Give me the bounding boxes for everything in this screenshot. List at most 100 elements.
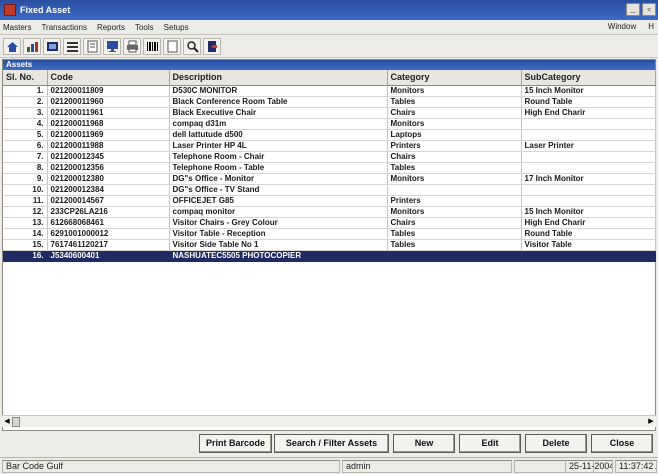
- close-button[interactable]: Close: [591, 434, 653, 453]
- cell-category: Tables: [387, 96, 522, 108]
- cell-category: Chairs: [387, 151, 522, 163]
- delete-button[interactable]: Delete: [525, 434, 587, 453]
- monitor-icon: [106, 41, 118, 52]
- menu-masters[interactable]: Masters: [3, 23, 31, 32]
- table-row[interactable]: 9. 021200012380 DG"s Office - Monitor Monit…: [3, 173, 656, 185]
- table-row[interactable]: 15. 7617461120217 Visitor Side Table No 1T…: [3, 239, 656, 251]
- menu-bar: Masters Transactions Reports Tools Setup…: [0, 20, 658, 35]
- cell-subcategory: Laser Printer: [521, 140, 656, 152]
- cell-code: 233CP26LA216: [47, 206, 170, 218]
- cell-description: Black Conference Room Table: [169, 96, 388, 108]
- cell-code: 6291001000012: [47, 228, 170, 240]
- search-filter-button[interactable]: Search / Filter Assets: [274, 434, 389, 453]
- toolbar-button-assets[interactable]: [43, 38, 61, 55]
- menu-tools[interactable]: Tools: [135, 23, 154, 32]
- toolbar-button-search[interactable]: [183, 38, 201, 55]
- cell-category: Chairs: [387, 107, 522, 119]
- new-button[interactable]: New: [393, 434, 455, 453]
- cell-description: Visitor Chairs - Grey Colour: [169, 217, 388, 229]
- scroll-right-icon[interactable]: ▶: [646, 417, 656, 427]
- menu-transactions[interactable]: Transactions: [41, 23, 87, 32]
- table-row[interactable]: 12. 233CP26LA216 compaq monitor Monitors 15 …: [3, 206, 656, 218]
- chart-icon: [26, 42, 38, 52]
- table-row[interactable]: 8. 021200012356 Telephone Room - Table Tabl…: [3, 162, 656, 174]
- cell-subcategory: [521, 250, 656, 262]
- document-icon: [87, 40, 97, 53]
- table-row[interactable]: 10. 021200012384 DG"s Office - TV Stand: [3, 184, 656, 196]
- table-row[interactable]: 1. 021200011809 D530C MONITOR Monitors 15 In…: [3, 85, 656, 97]
- scroll-thumb[interactable]: [12, 417, 20, 427]
- menu-reports[interactable]: Reports: [97, 23, 125, 32]
- cell-description: compaq d31m: [169, 118, 388, 130]
- cell-description: D530C MONITOR: [169, 85, 388, 97]
- app-icon: [4, 4, 16, 16]
- cell-category: [387, 250, 522, 262]
- table-row-selected[interactable]: 16. J5340600401 NASHUATEC5505 PHOTOCOPIER: [3, 250, 656, 262]
- cell-description: compaq monitor: [169, 206, 388, 218]
- cell-subcategory: 17 Inch Monitor: [521, 173, 656, 185]
- cell-slno: 16.: [3, 250, 48, 262]
- cell-code: 021200011969: [47, 129, 170, 141]
- exit-icon: [207, 41, 217, 52]
- cell-code: 021200012356: [47, 162, 170, 174]
- table-row[interactable]: 7. 021200012345 Telephone Room - Chair Chai…: [3, 151, 656, 163]
- cell-code: 021200012380: [47, 173, 170, 185]
- window-title: Fixed Asset: [20, 5, 71, 15]
- column-header-slno[interactable]: Sl. No.: [3, 70, 48, 86]
- table-row[interactable]: 6. 021200011988 Laser Printer HP 4L Printer…: [3, 140, 656, 152]
- minimize-button[interactable]: _: [626, 3, 640, 16]
- table-row[interactable]: 2. 021200011960 Black Conference Room Tabl…: [3, 96, 656, 108]
- toolbar-button-monitor[interactable]: [103, 38, 121, 55]
- cell-category: Tables: [387, 239, 522, 251]
- menu-setups[interactable]: Setups: [164, 23, 189, 32]
- cell-description: Laser Printer HP 4L: [169, 140, 388, 152]
- toolbar-button-printer[interactable]: [123, 38, 141, 55]
- cell-subcategory: [521, 184, 656, 196]
- table-row[interactable]: 5. 021200011969 dell lattutude d500 Laptops: [3, 129, 656, 141]
- cell-description: Telephone Room - Table: [169, 162, 388, 174]
- toolbar-button-barcode[interactable]: [143, 38, 161, 55]
- toolbar-button-list[interactable]: [63, 38, 81, 55]
- cell-code: 7617461120217: [47, 239, 170, 251]
- column-header-category[interactable]: Category: [387, 70, 522, 86]
- cell-slno: 9.: [3, 173, 48, 185]
- toolbar-button-page[interactable]: [163, 38, 181, 55]
- column-header-description[interactable]: Description: [169, 70, 388, 86]
- cell-subcategory: 15 Inch Monitor: [521, 85, 656, 97]
- cell-description: OFFICEJET G85: [169, 195, 388, 207]
- cell-subcategory: [521, 195, 656, 207]
- status-bar: Bar Code Gulf admin 25-11-2004 11:37:42 …: [0, 457, 658, 474]
- printer-icon: [126, 40, 138, 53]
- cell-code: 021200012384: [47, 184, 170, 196]
- toolbar-button-document[interactable]: [83, 38, 101, 55]
- table-row[interactable]: 13. 612668068461 Visitor Chairs - Grey Col…: [3, 217, 656, 229]
- column-header-code[interactable]: Code: [47, 70, 170, 86]
- toolbar-button-chart[interactable]: [23, 38, 41, 55]
- column-header-subcategory[interactable]: SubCategory: [521, 70, 656, 86]
- table-row[interactable]: 4. 021200011968 compaq d31m Monitors: [3, 118, 656, 130]
- cell-subcategory: 15 Inch Monitor: [521, 206, 656, 218]
- cell-description: Telephone Room - Chair: [169, 151, 388, 163]
- cell-subcategory: [521, 129, 656, 141]
- edit-button[interactable]: Edit: [459, 434, 521, 453]
- cell-slno: 11.: [3, 195, 48, 207]
- cell-category: Chairs: [387, 217, 522, 229]
- cell-description: NASHUATEC5505 PHOTOCOPIER: [169, 250, 388, 262]
- cell-slno: 6.: [3, 140, 48, 152]
- table-row[interactable]: 11. 021200014567 OFFICEJET G85 Printers: [3, 195, 656, 207]
- cell-code: 021200011960: [47, 96, 170, 108]
- cell-code: 021200011968: [47, 118, 170, 130]
- menu-window[interactable]: Window: [608, 22, 636, 31]
- restore-button[interactable]: ▫: [642, 3, 656, 16]
- table-row[interactable]: 3. 021200011961 Black Executive Chair Chair…: [3, 107, 656, 119]
- menu-help[interactable]: H: [648, 22, 654, 31]
- scroll-left-icon[interactable]: ◀: [2, 417, 12, 427]
- cell-slno: 8.: [3, 162, 48, 174]
- cell-category: Tables: [387, 228, 522, 240]
- horizontal-scrollbar[interactable]: ◀ ▶: [2, 415, 656, 427]
- table-header-row: Sl. No. Code Description Category SubCat…: [3, 70, 656, 86]
- print-barcode-button[interactable]: Print Barcode: [199, 434, 272, 453]
- toolbar-button-home[interactable]: [3, 38, 21, 55]
- table-row[interactable]: 14. 6291001000012 Visitor Table - Receptio…: [3, 228, 656, 240]
- toolbar-button-exit[interactable]: [203, 38, 221, 55]
